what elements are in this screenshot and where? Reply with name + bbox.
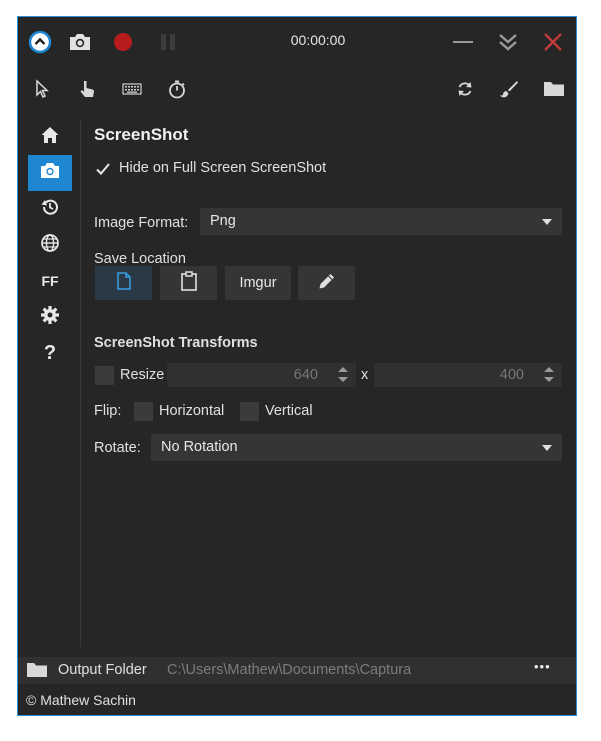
output-folder-label: Output Folder xyxy=(58,662,147,678)
status-bar: © Mathew Sachin xyxy=(18,684,576,717)
sidebar-item-ffmpeg[interactable]: FF xyxy=(28,263,72,299)
sidebar-item-help[interactable]: ? xyxy=(28,335,72,371)
rotate-select[interactable]: No Rotation xyxy=(151,434,562,461)
hide-fullscreen-option[interactable]: Hide on Full Screen ScreenShot xyxy=(94,159,394,181)
sidebar: FF ? xyxy=(26,119,72,647)
sidebar-item-history[interactable] xyxy=(28,191,72,227)
image-format-select[interactable]: Png xyxy=(200,208,562,235)
toolbar xyxy=(18,67,576,111)
ffmpeg-label: FF xyxy=(41,273,59,289)
flip-horizontal-label: Horizontal xyxy=(159,403,225,419)
app-window: 00:00:00 FF ? ScreenShot Hide on Full Sc… xyxy=(17,16,577,716)
brush-icon[interactable] xyxy=(498,78,520,100)
spinner-icon[interactable] xyxy=(544,365,554,385)
camera-icon[interactable] xyxy=(67,31,93,53)
open-editor-button[interactable] xyxy=(298,266,355,300)
flip-horizontal-checkbox[interactable] xyxy=(134,402,153,421)
folder-icon[interactable] xyxy=(26,661,48,679)
dropdown-arrow-icon xyxy=(542,219,552,225)
gear-icon xyxy=(40,305,60,330)
pencil-icon xyxy=(318,272,336,294)
resize-width-value: 640 xyxy=(293,367,318,383)
hand-click-icon[interactable] xyxy=(76,78,98,100)
flip-label: Flip: xyxy=(94,403,122,419)
file-icon xyxy=(116,272,132,294)
resize-by-label: x xyxy=(361,367,369,383)
flip-vertical-label: Vertical xyxy=(265,403,313,419)
resize-checkbox[interactable] xyxy=(95,366,114,385)
sidebar-item-settings[interactable] xyxy=(28,299,72,335)
close-icon[interactable] xyxy=(541,31,565,53)
imgur-label: Imgur xyxy=(239,275,277,291)
refresh-icon[interactable] xyxy=(454,78,476,100)
checkmark-icon[interactable] xyxy=(94,160,112,178)
spinner-icon[interactable] xyxy=(338,365,348,385)
sidebar-item-home[interactable] xyxy=(28,119,72,155)
save-location-label: Save Location xyxy=(94,251,186,267)
double-chevron-down-icon[interactable] xyxy=(496,30,520,54)
transforms-title: ScreenShot Transforms xyxy=(94,335,258,351)
save-to-clipboard-button[interactable] xyxy=(160,266,217,300)
resize-width-input[interactable]: 640 xyxy=(167,363,356,387)
sidebar-item-screenshot[interactable] xyxy=(28,155,72,191)
stopwatch-icon[interactable] xyxy=(166,78,188,100)
copyright-text: © Mathew Sachin xyxy=(26,692,136,708)
record-icon[interactable] xyxy=(113,32,133,52)
hide-fullscreen-label: Hide on Full Screen ScreenShot xyxy=(119,160,327,176)
dropdown-arrow-icon xyxy=(542,445,552,451)
history-icon xyxy=(40,197,60,222)
upload-imgur-button[interactable]: Imgur xyxy=(225,266,291,300)
keyboard-icon[interactable] xyxy=(121,79,143,99)
help-label: ? xyxy=(43,341,57,364)
resize-height-value: 400 xyxy=(499,367,524,383)
cursor-icon[interactable] xyxy=(32,79,52,99)
output-path[interactable]: C:\Users\Mathew\Documents\Captura xyxy=(167,662,411,678)
resize-height-input[interactable]: 400 xyxy=(374,363,562,387)
image-format-value: Png xyxy=(210,213,236,229)
home-icon xyxy=(40,125,60,150)
sidebar-divider xyxy=(80,119,81,647)
image-format-label: Image Format: xyxy=(94,215,189,231)
camera-icon xyxy=(40,162,60,184)
globe-icon xyxy=(40,233,60,258)
rotate-value: No Rotation xyxy=(161,439,238,455)
rotate-label: Rotate: xyxy=(94,440,141,456)
title-bar: 00:00:00 xyxy=(18,17,576,67)
folder-icon[interactable] xyxy=(542,78,566,100)
save-to-disk-button[interactable] xyxy=(95,266,152,300)
page-title: ScreenShot xyxy=(94,125,189,144)
output-folder-bar: Output Folder C:\Users\Mathew\Documents\… xyxy=(18,657,576,684)
flip-vertical-checkbox[interactable] xyxy=(240,402,259,421)
more-options-button[interactable]: ••• xyxy=(534,659,551,674)
recording-timer: 00:00:00 xyxy=(290,32,346,48)
clipboard-icon xyxy=(180,271,198,295)
sidebar-item-web[interactable] xyxy=(28,227,72,263)
collapse-icon[interactable] xyxy=(28,30,52,54)
resize-label: Resize xyxy=(120,367,165,383)
minimize-icon[interactable] xyxy=(451,32,475,52)
pause-icon[interactable] xyxy=(158,32,178,52)
